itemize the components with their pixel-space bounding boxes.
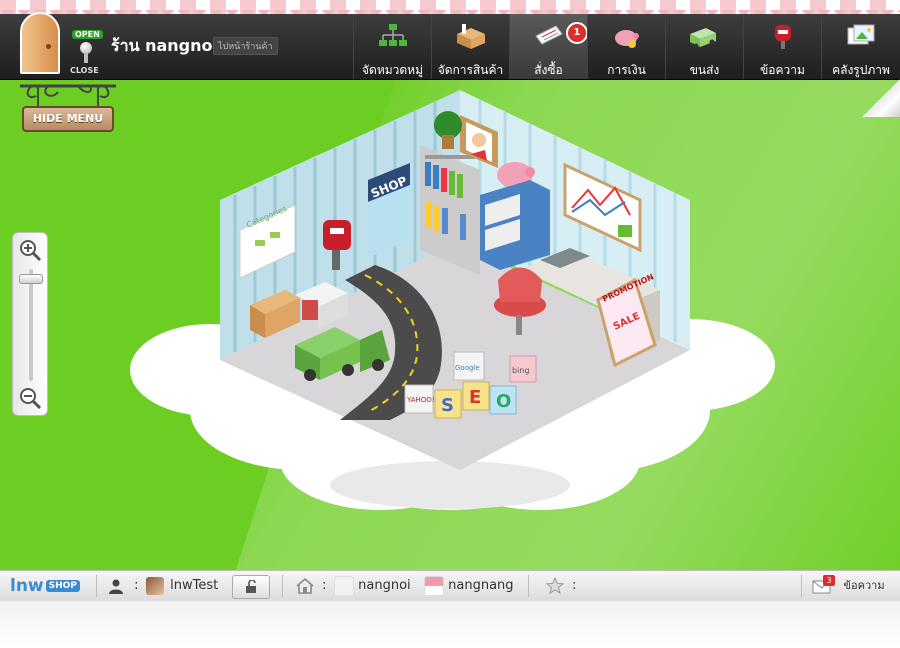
shop-nangnang-label: nangnang: [448, 578, 514, 593]
cube-seo-o: O: [489, 385, 517, 415]
zoom-slider-thumb[interactable]: [19, 274, 43, 285]
logo-badge: SHOP: [45, 580, 80, 592]
nav-products[interactable]: จัดการสินค้า: [431, 14, 509, 79]
bottom-bar-reflection: [0, 601, 900, 648]
nav-shipping[interactable]: ขนส่ง: [665, 14, 743, 79]
cube-yahoo-label: YAHOO!: [406, 396, 435, 404]
favorites-section: :: [545, 571, 577, 601]
cube-seo-e-label: E: [469, 387, 481, 408]
nav-messages[interactable]: ข้อความ: [743, 14, 821, 79]
nav-categories[interactable]: จัดหมวดหมู่: [353, 14, 431, 79]
bottom-status-bar: lnw SHOP : lnwTest : nangnoi nangnang: …: [0, 570, 900, 602]
cube-yahoo: YAHOO!: [404, 384, 435, 414]
order-document-icon: [534, 25, 563, 45]
awning: [0, 0, 900, 16]
nav-finance[interactable]: การเงิน: [587, 14, 665, 79]
lock-button[interactable]: [232, 575, 270, 599]
nav-gallery[interactable]: คลังรูปภาพ: [821, 14, 900, 79]
close-label: CLOSE: [70, 66, 99, 75]
nav-shipping-label: ขนส่ง: [689, 63, 720, 77]
open-label: OPEN: [72, 30, 103, 39]
shop-link-nangnang[interactable]: nangnang: [424, 571, 514, 601]
cube-seo-e: E: [462, 381, 490, 411]
shop-scene-area: Categories SHOP PROMOTION SALE YAHOO! S …: [0, 0, 900, 570]
unlock-icon: [246, 578, 256, 593]
orders-count-badge: 1: [566, 22, 588, 44]
cube-seo-o-label: O: [496, 391, 511, 412]
filing-cabinet: [480, 180, 550, 270]
user-section: :: [108, 571, 139, 601]
separator: [282, 575, 283, 597]
shop-room-illustration: Categories SHOP PROMOTION SALE YAHOO! S …: [130, 90, 775, 510]
cube-google: Google: [453, 351, 485, 381]
nav-categories-label: จัดหมวดหมู่: [362, 63, 423, 77]
photo-gallery-icon: [847, 24, 875, 45]
page-peel-corner[interactable]: [862, 79, 900, 117]
nav-messages-label: ข้อความ: [760, 63, 805, 77]
star-icon: [545, 576, 565, 594]
user-avatar: [146, 576, 164, 595]
mailbox-icon: [774, 25, 791, 49]
shop-name: ร้าน nangnoi: [111, 36, 218, 55]
zoom-out-icon[interactable]: [17, 385, 43, 411]
shop-nangnoi-icon: [334, 575, 354, 596]
shop-nangnoi-label: nangnoi: [358, 578, 411, 593]
category-tree-icon: [378, 24, 407, 46]
user-account[interactable]: lnwTest: [146, 571, 218, 601]
toggle-stem: [84, 53, 88, 63]
separator: [801, 575, 802, 597]
goto-shop-link[interactable]: ไปหน้าร้านค้า: [213, 37, 278, 55]
cube-bing-label: bing: [512, 366, 529, 375]
nav-orders-label: สั่งซื้อ: [534, 63, 563, 77]
product-boxes-icon: [456, 24, 485, 49]
separator: [96, 575, 97, 597]
zoom-track[interactable]: [29, 269, 33, 381]
shop-nangnang-icon: [424, 575, 444, 596]
favorites-colon: :: [572, 578, 577, 593]
shops-section: :: [296, 571, 327, 601]
nav-finance-label: การเงิน: [607, 63, 646, 77]
messages-count-badge: 3: [823, 575, 835, 586]
user-icon: [109, 579, 123, 594]
cube-seo-s: S: [434, 389, 462, 419]
delivery-truck-icon: [689, 28, 716, 49]
cube-seo-s-label: S: [441, 395, 454, 416]
zoom-in-icon[interactable]: [17, 237, 43, 263]
zoom-control: [12, 232, 48, 416]
lnwshop-logo[interactable]: lnw SHOP: [10, 571, 80, 601]
home-colon: :: [322, 578, 327, 593]
nav-products-label: จัดการสินค้า: [437, 63, 504, 77]
shop-door-icon[interactable]: [20, 12, 60, 74]
cube-bing: bing: [509, 355, 537, 383]
nav-gallery-label: คลังรูปภาพ: [832, 63, 890, 77]
home-icon: [296, 577, 314, 594]
shop-link-nangnoi[interactable]: nangnoi: [334, 571, 411, 601]
messages-label: ข้อความ: [843, 579, 885, 592]
hide-menu-button[interactable]: HIDE MENU: [22, 106, 114, 132]
logo-text: lnw: [10, 576, 44, 596]
user-colon: :: [134, 578, 139, 593]
separator: [528, 575, 529, 597]
sign-bracket: [20, 84, 116, 108]
cube-google-label: Google: [455, 364, 480, 372]
username: lnwTest: [170, 578, 219, 593]
piggy-bank-icon: [614, 30, 639, 48]
